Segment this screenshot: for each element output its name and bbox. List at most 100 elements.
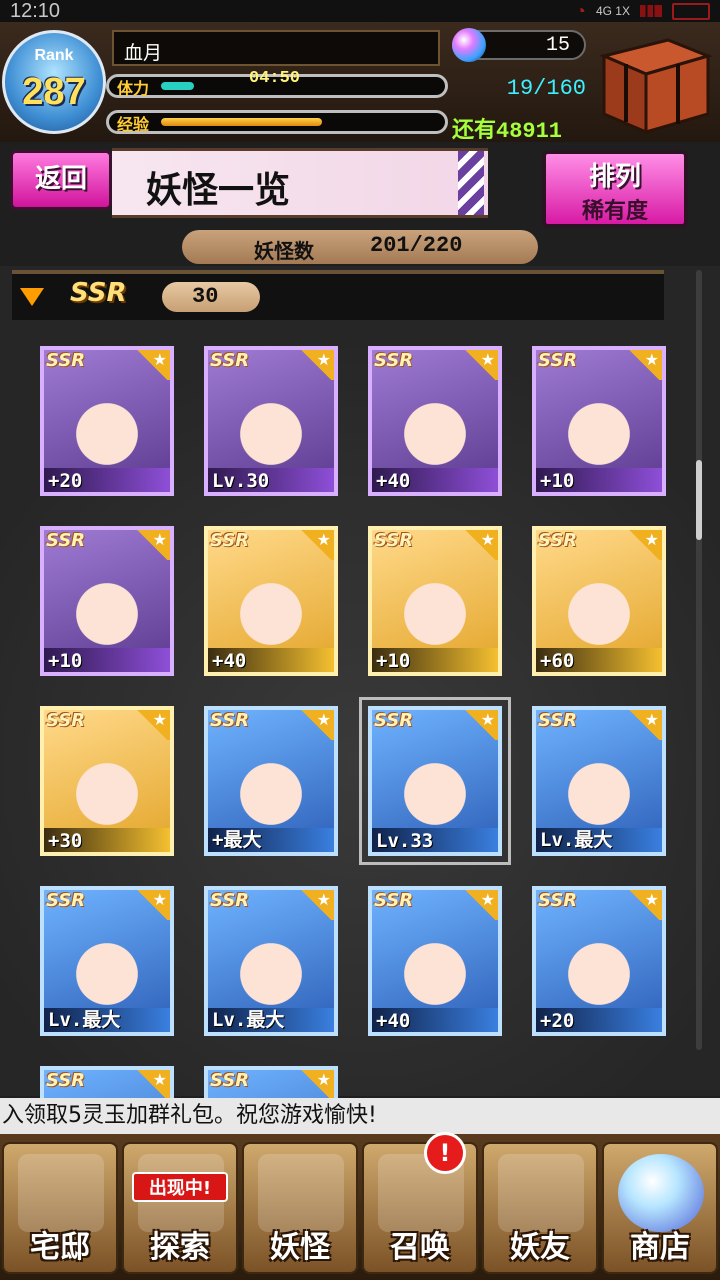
nav-explore-label: 探索 [150, 1230, 210, 1265]
sort-label: 排列 [588, 162, 641, 192]
rarity-section-header[interactable]: SSR 30 [12, 270, 664, 320]
card-level: +40 [376, 470, 411, 492]
card-level: +30 [48, 830, 83, 852]
card-level: Lv.30 [212, 470, 270, 492]
card-level: Lv.33 [376, 830, 434, 852]
nav-shop-button[interactable]: 商店 [602, 1142, 718, 1274]
sort-value: 稀有度 [581, 199, 648, 224]
card-level: Lv.最大 [212, 1009, 285, 1031]
star-icon: ★ [298, 710, 334, 740]
section-count-pill: 30 [162, 282, 260, 312]
yokai-portrait [546, 374, 652, 474]
star-icon: ★ [462, 350, 498, 380]
star-icon: ★ [462, 890, 498, 920]
yokai-card[interactable]: SSR ★ +20 [40, 346, 174, 496]
card-level: +60 [540, 650, 575, 672]
yokai-card[interactable]: SSR ★ Lv.最大 [532, 706, 666, 856]
yokai-card[interactable]: SSR ★ +10 [368, 526, 502, 676]
scroll-icon [258, 1154, 344, 1232]
star-icon: ★ [626, 890, 662, 920]
network-label: 4G 1X [595, 4, 630, 18]
clock: 12:10 [10, 0, 61, 22]
rarity-badge: SSR [374, 350, 414, 371]
exp-fill [161, 118, 322, 126]
rarity-badge: SSR [210, 1070, 250, 1091]
star-icon: ★ [626, 530, 662, 560]
yokai-count-value: 201/220 [370, 233, 463, 258]
friend-icon [498, 1154, 584, 1232]
rarity-badge: SSR [210, 350, 250, 371]
rarity-badge: SSR [374, 710, 414, 731]
yokai-card[interactable]: SSR ★ +10 [40, 526, 174, 676]
gem-counter[interactable]: 15 [452, 28, 586, 62]
card-level: +40 [212, 650, 247, 672]
present-box-icon[interactable] [590, 34, 714, 138]
page-title: 妖怪一览 [146, 169, 291, 211]
rarity-badge: SSR [46, 710, 86, 731]
signal-icon [640, 5, 662, 17]
yokai-card[interactable]: SSR ★ +40 [204, 526, 338, 676]
exp-bar: 经验 [106, 110, 448, 134]
scrollbar-track[interactable] [696, 270, 702, 1050]
yokai-portrait [546, 734, 652, 834]
star-icon: ★ [462, 710, 498, 740]
stamina-timer: 04:50 [249, 69, 301, 88]
nav-home-button[interactable]: 宅邸 [2, 1142, 118, 1274]
rank-badge-icon[interactable]: Rank 287 [2, 30, 106, 134]
star-icon: ★ [626, 350, 662, 380]
yokai-card[interactable]: SSR ★ +20 [532, 886, 666, 1036]
yokai-card[interactable]: SSR ★ +30 [40, 706, 174, 856]
yokai-card[interactable]: SSR ★ +40 [368, 346, 502, 496]
rarity-badge: SSR [46, 350, 86, 371]
nav-yokai-button[interactable]: 妖怪 [242, 1142, 358, 1274]
yokai-card[interactable]: SSR ★ +最大 [204, 706, 338, 856]
yokai-card[interactable]: SSR ★ Lv.最大 [40, 886, 174, 1036]
title-banner: 妖怪一览 [112, 148, 488, 218]
rarity-badge: SSR [46, 890, 86, 911]
star-icon: ★ [298, 1070, 334, 1100]
star-icon: ★ [462, 530, 498, 560]
scrollbar-thumb[interactable] [696, 460, 702, 540]
yokai-portrait [382, 374, 488, 474]
stamina-label: 体力 [117, 79, 150, 98]
back-button[interactable]: 返回 [10, 150, 112, 210]
yokai-portrait [54, 914, 160, 1014]
yokai-card[interactable]: SSR ★ +10 [532, 346, 666, 496]
yokai-card[interactable]: SSR ★ +40 [368, 886, 502, 1036]
nav-summon-button[interactable]: ! 召唤 [362, 1132, 478, 1274]
summon-alert-badge: ! [424, 1132, 466, 1174]
yokai-card[interactable]: SSR ★ +60 [532, 526, 666, 676]
stamina-count: 19/160 [506, 76, 586, 101]
card-level: +40 [376, 1010, 411, 1032]
title-stripe [458, 151, 484, 215]
gem-count: 15 [545, 34, 570, 57]
nav-friends-button[interactable]: 妖友 [482, 1142, 598, 1274]
yokai-card[interactable]: SSR ★ Lv.30 [204, 346, 338, 496]
rarity-badge: SSR [210, 710, 250, 731]
yokai-card[interactable]: SSR ★ Lv.最大 [204, 886, 338, 1036]
star-icon: ★ [298, 350, 334, 380]
nav-explore-button[interactable]: 出现中! 探索 [122, 1142, 238, 1274]
yokai-portrait [218, 374, 324, 474]
stamina-bar: 体力 04:50 [106, 69, 448, 98]
nav-yokai-label: 妖怪 [270, 1230, 330, 1265]
rank-value: 287 [22, 71, 86, 113]
player-name-box: 血月 [112, 30, 440, 66]
yokai-portrait [382, 554, 488, 654]
yokai-portrait [382, 734, 488, 834]
card-level: +10 [48, 650, 83, 672]
nav-shop-label: 商店 [630, 1230, 690, 1265]
star-icon: ★ [134, 1070, 170, 1100]
explore-badge: 出现中! [132, 1172, 228, 1202]
card-level: Lv.最大 [540, 829, 613, 851]
star-icon: ★ [298, 890, 334, 920]
yokai-portrait [382, 914, 488, 1014]
status-bar: 12:10 ◔ 4G 1X [0, 0, 720, 22]
yokai-card[interactable]: SSR ★ Lv.33 [359, 697, 511, 865]
section-collapse-arrow-icon[interactable] [20, 288, 44, 306]
card-level: +10 [540, 470, 575, 492]
yokai-portrait [218, 914, 324, 1014]
star-icon: ★ [134, 890, 170, 920]
rarity-badge: SSR [210, 890, 250, 911]
sort-button[interactable]: 排列 稀有度 [542, 150, 688, 228]
